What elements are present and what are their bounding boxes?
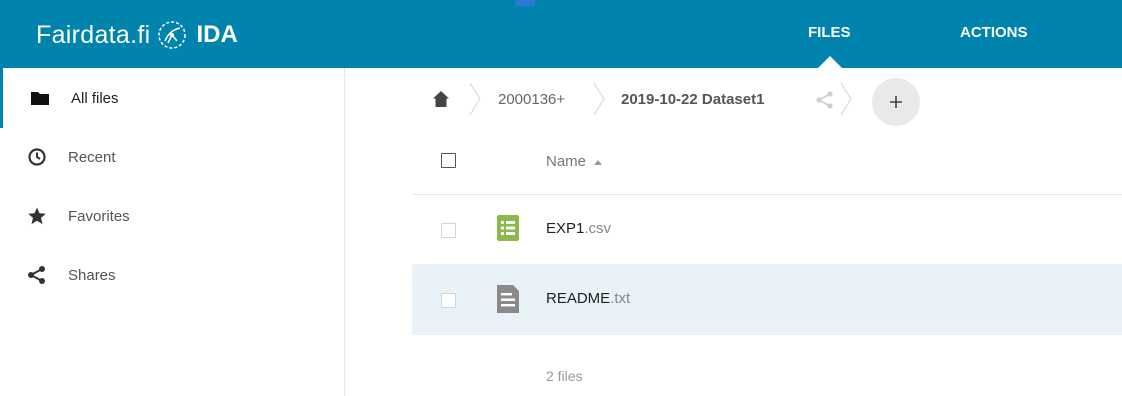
row-checkbox[interactable] [441,293,456,308]
file-name[interactable]: EXP1.csv [546,220,611,237]
sidebar-item-label: Shares [68,266,116,284]
top-focus-indicator [515,0,535,6]
text-file-icon [496,284,520,313]
file-name[interactable]: README.txt [546,290,630,307]
sidebar-item-label: All files [71,89,119,107]
home-icon[interactable] [432,90,450,108]
sort-ascending-icon [594,159,603,165]
plus-icon [890,96,902,108]
logo-product: IDA [196,21,238,48]
row-checkbox[interactable] [441,223,456,238]
share-icon[interactable] [815,91,833,109]
sidebar-item-favorites[interactable]: Favorites [0,186,344,246]
share-icon [27,265,47,285]
breadcrumb-separator-icon [469,82,481,116]
sidebar: All files Recent Favorites Shares [0,68,345,396]
active-tab-indicator [818,56,842,68]
tab-files[interactable]: FILES [808,24,851,41]
select-all-checkbox[interactable] [441,153,456,168]
breadcrumb-separator-icon [593,82,605,116]
table-row[interactable]: EXP1.csv [412,195,1122,265]
sidebar-item-all-files[interactable]: All files [0,68,347,128]
sidebar-item-recent[interactable]: Recent [0,127,344,187]
tab-actions[interactable]: ACTIONS [960,24,1028,41]
sidebar-item-label: Recent [68,148,116,166]
file-basename: README [546,290,611,307]
table-header: Name [412,132,1122,195]
logo-emblem-icon [156,19,188,51]
file-extension: .csv [584,220,612,237]
spreadsheet-icon [496,214,520,242]
logo-text: Fairdata.fi [36,20,151,49]
table-row[interactable]: README.txt [412,265,1122,335]
top-bar: Fairdata.fi IDA FILES ACTIONS [0,0,1122,68]
sidebar-item-shares[interactable]: Shares [0,245,344,305]
breadcrumb-separator-icon [840,82,852,116]
file-extension: .txt [610,290,631,307]
column-header-name[interactable]: Name [546,153,603,170]
column-header-label: Name [546,153,587,170]
add-new-button[interactable] [872,78,920,126]
file-count-summary: 2 files [546,368,583,384]
breadcrumb-item-current[interactable]: 2019-10-22 Dataset1 [621,91,764,108]
file-basename: EXP1 [546,220,585,237]
folder-icon [30,88,50,108]
clock-icon [27,147,47,167]
star-icon [27,206,47,226]
sidebar-item-label: Favorites [68,207,130,225]
breadcrumb-item[interactable]: 2000136+ [498,91,565,108]
fairdata-logo[interactable]: Fairdata.fi IDA [36,20,238,50]
